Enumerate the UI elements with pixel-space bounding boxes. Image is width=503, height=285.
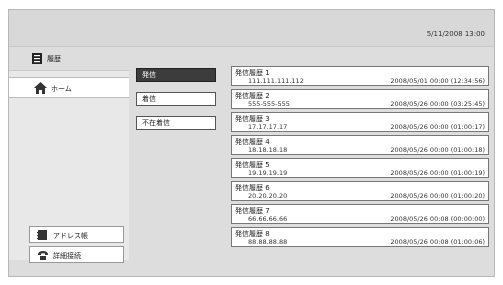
tab-outgoing-label: 発信 — [142, 71, 156, 79]
tab-incoming-label: 着信 — [142, 95, 156, 103]
sidebar: ホーム アドレス帳 詳細接続 — [9, 70, 129, 263]
tab-missed[interactable]: 不在着信 — [136, 116, 216, 130]
address-book-label: アドレス帳 — [53, 232, 88, 240]
entry-datetime: 2008/05/26 00:00 (03:25:45) — [390, 100, 485, 108]
entry-number: 111.111.111.112 — [248, 77, 304, 85]
clock-datetime: 5/11/2008 13:00 — [426, 30, 485, 38]
address-book-icon — [37, 230, 47, 240]
entry-datetime: 2008/05/26 00:08 (00:00:00) — [390, 215, 485, 223]
entry-number: 19.19.19.19 — [248, 169, 288, 177]
advanced-connect-label: 詳細接続 — [53, 252, 81, 260]
entry-datetime: 2008/05/26 00:00 (01:00:18) — [390, 146, 485, 154]
entry-number: 20.20.20.20 — [248, 192, 288, 200]
tab-outgoing[interactable]: 発信 — [136, 68, 216, 82]
history-entry[interactable]: 発信履歴 1 111.111.111.112 2008/05/01 00:00 … — [231, 66, 489, 86]
history-entry[interactable]: 発信履歴 5 19.19.19.19 2008/05/26 00:00 (01:… — [231, 158, 489, 178]
phone-connect-icon — [38, 251, 48, 260]
history-entry[interactable]: 発信履歴 2 555-555-555 2008/05/26 00:00 (03:… — [231, 89, 489, 109]
address-book-button[interactable]: アドレス帳 — [29, 226, 124, 243]
entry-datetime: 2008/05/26 00:08 (01:00:06) — [390, 238, 485, 246]
entry-number: 18.18.18.18 — [248, 146, 288, 154]
entry-number: 17.17.17.17 — [248, 123, 288, 131]
advanced-connect-button[interactable]: 詳細接続 — [29, 246, 124, 263]
entry-number: 88.88.88.88 — [248, 238, 288, 246]
app-screen: 5/11/2008 13:00 履歴 ホーム アドレス帳 詳細接続 発信 着信 … — [8, 9, 495, 277]
history-entry[interactable]: 発信履歴 8 88.88.88.88 2008/05/26 00:08 (01:… — [231, 227, 489, 247]
entry-datetime: 2008/05/26 00:00 (01:00:20) — [390, 192, 485, 200]
page-title: 履歴 — [47, 55, 61, 63]
history-book-icon — [32, 53, 42, 64]
home-icon — [34, 82, 47, 94]
tab-missed-label: 不在着信 — [142, 119, 170, 127]
history-entry[interactable]: 発信履歴 7 66.66.66.66 2008/05/26 00:08 (00:… — [231, 204, 489, 224]
home-label: ホーム — [51, 85, 72, 93]
history-entry[interactable]: 発信履歴 4 18.18.18.18 2008/05/26 00:00 (01:… — [231, 135, 489, 155]
entry-datetime: 2008/05/26 00:00 (01:00:19) — [390, 169, 485, 177]
entry-number: 66.66.66.66 — [248, 215, 288, 223]
entry-datetime: 2008/05/01 00:00 (12:34:56) — [390, 77, 485, 85]
home-button[interactable]: ホーム — [9, 77, 129, 98]
history-entry[interactable]: 発信履歴 6 20.20.20.20 2008/05/26 00:00 (01:… — [231, 181, 489, 201]
history-entry[interactable]: 発信履歴 3 17.17.17.17 2008/05/26 00:00 (01:… — [231, 112, 489, 132]
status-bar: 5/11/2008 13:00 — [9, 10, 494, 46]
entry-datetime: 2008/05/26 00:00 (01:00:17) — [390, 123, 485, 131]
entry-number: 555-555-555 — [248, 100, 290, 108]
tab-incoming[interactable]: 着信 — [136, 92, 216, 106]
